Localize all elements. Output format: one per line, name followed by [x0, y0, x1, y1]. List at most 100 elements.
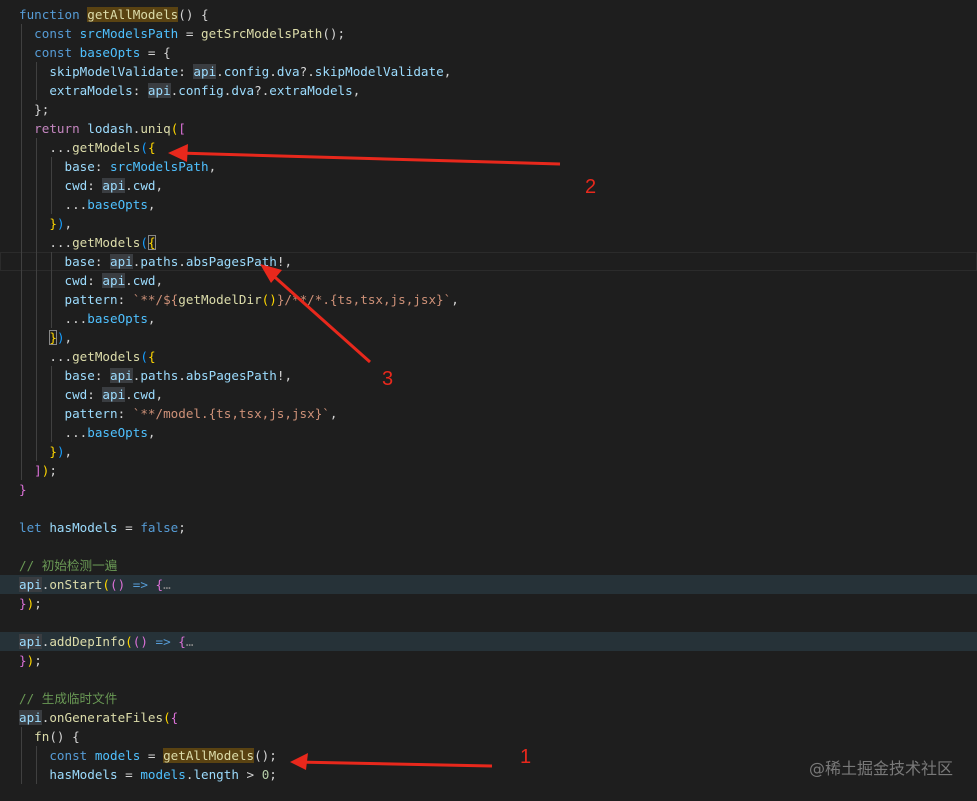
code-token: const: [34, 26, 80, 41]
code-line[interactable]: [0, 537, 977, 556]
code-token: :: [94, 368, 111, 383]
code-line[interactable]: base: api.paths.absPagesPath!,: [0, 252, 977, 271]
code-token: }: [49, 216, 57, 231]
code-token: models: [94, 748, 141, 763]
code-line[interactable]: let hasModels = false;: [0, 518, 977, 537]
code-line[interactable]: ...baseOpts,: [0, 195, 977, 214]
indent-guide: [21, 423, 22, 442]
code-line[interactable]: cwd: api.cwd,: [0, 385, 977, 404]
code-line[interactable]: });: [0, 651, 977, 670]
code-line[interactable]: });: [0, 594, 977, 613]
code-line[interactable]: skipModelValidate: api.config.dva?.skipM…: [0, 62, 977, 81]
code-line[interactable]: [0, 613, 977, 632]
code-token: >: [238, 767, 262, 782]
code-token: ): [56, 444, 65, 459]
code-token: }: [19, 482, 27, 497]
code-token: !,: [276, 368, 293, 383]
code-token: ,: [155, 273, 164, 288]
indent-guide: [21, 271, 22, 290]
code-line[interactable]: return lodash.uniq([: [0, 119, 977, 138]
code-line[interactable]: }),: [0, 214, 977, 233]
code-token: paths: [140, 254, 179, 269]
code-token: :: [117, 292, 133, 307]
code-line[interactable]: cwd: api.cwd,: [0, 271, 977, 290]
code-token: ,: [147, 425, 156, 440]
code-token: addDepInfo: [49, 634, 126, 649]
code-line[interactable]: extraModels: api.config.dva?.extraModels…: [0, 81, 977, 100]
code-line[interactable]: [0, 670, 977, 689]
code-line[interactable]: base: srcModelsPath,: [0, 157, 977, 176]
indent-guide: [21, 290, 22, 309]
code-line[interactable]: ...baseOpts,: [0, 309, 977, 328]
code-line[interactable]: [0, 499, 977, 518]
code-line[interactable]: };: [0, 100, 977, 119]
code-line[interactable]: fn() {: [0, 727, 977, 746]
code-line[interactable]: }),: [0, 442, 977, 461]
code-line[interactable]: }),: [0, 328, 977, 347]
code-token: absPagesPath: [185, 368, 277, 383]
code-token: .: [125, 273, 133, 288]
code-line[interactable]: // 初始检测一遍: [0, 556, 977, 575]
code-line[interactable]: ...getModels({: [0, 347, 977, 366]
indent-guide: [51, 366, 53, 385]
code-line[interactable]: }: [0, 480, 977, 499]
code-token: (: [102, 577, 111, 592]
code-line[interactable]: ]);: [0, 461, 977, 480]
indent-guide: [21, 746, 22, 765]
indent-guide: [51, 404, 53, 423]
code-line[interactable]: ...getModels({: [0, 233, 977, 252]
code-token: {: [147, 235, 156, 250]
code-token: =>: [147, 634, 179, 649]
indent-guide: [21, 347, 22, 366]
code-token: pattern: [64, 406, 118, 421]
indent-guide: [21, 176, 22, 195]
indent-guide: [21, 62, 22, 81]
indent-guide: [36, 138, 38, 157]
code-line[interactable]: api.onGenerateFiles({: [0, 708, 977, 727]
code-line[interactable]: // 生成临时文件: [0, 689, 977, 708]
code-line[interactable]: base: api.paths.absPagesPath!,: [0, 366, 977, 385]
code-token: cwd: [64, 178, 88, 193]
code-token: length: [193, 767, 239, 782]
code-token: hasModels: [49, 520, 118, 535]
code-token: base: [64, 159, 95, 174]
indent-guide: [21, 727, 22, 746]
code-line[interactable]: cwd: api.cwd,: [0, 176, 977, 195]
code-line[interactable]: const srcModelsPath = getSrcModelsPath()…: [0, 24, 977, 43]
code-token: () {: [49, 729, 80, 744]
code-line[interactable]: ...baseOpts,: [0, 423, 977, 442]
code-token: ;: [178, 520, 186, 535]
indent-guide: [36, 347, 38, 366]
code-line[interactable]: function getAllModels() {: [0, 5, 977, 24]
code-token: ): [56, 330, 65, 345]
code-token: }: [19, 653, 27, 668]
code-token: cwd: [132, 273, 156, 288]
indent-guide: [21, 765, 22, 784]
code-token: =: [117, 520, 141, 535]
indent-guide: [51, 385, 53, 404]
code-token: ,: [208, 159, 217, 174]
code-line[interactable]: const baseOpts = {: [0, 43, 977, 62]
indent-guide: [21, 24, 22, 43]
code-token: api: [110, 368, 133, 383]
code-line[interactable]: pattern: `**/${getModelDir()}/**/*.{ts,t…: [0, 290, 977, 309]
code-editor[interactable]: function getAllModels() { const srcModel…: [0, 0, 977, 801]
indent-guide: [51, 309, 53, 328]
code-line[interactable]: api.onStart(() => {…: [0, 575, 977, 594]
code-line[interactable]: api.addDepInfo(() => {…: [0, 632, 977, 651]
code-token: ,: [443, 64, 452, 79]
code-token: baseOpts: [79, 45, 141, 60]
code-token: ;: [34, 653, 42, 668]
code-line[interactable]: ...getModels({: [0, 138, 977, 157]
code-line[interactable]: pattern: `**/model.{ts,tsx,js,jsx}`,: [0, 404, 977, 423]
indent-guide: [36, 195, 38, 214]
indent-guide: [21, 119, 22, 138]
